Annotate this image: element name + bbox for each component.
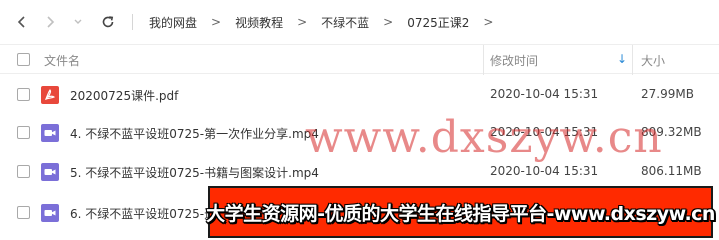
chevron-left-icon	[17, 16, 25, 28]
breadcrumb-separator: >	[383, 15, 394, 29]
video-icon	[41, 204, 59, 222]
breadcrumb-item[interactable]: 视频教程	[231, 12, 287, 33]
breadcrumb-separator: >	[297, 15, 308, 29]
row-checkbox[interactable]	[17, 126, 30, 139]
file-size: 27.99MB	[641, 87, 694, 101]
file-size: 809.32MB	[641, 125, 702, 139]
chevron-right-icon	[47, 16, 55, 28]
breadcrumb-separator: >	[211, 15, 222, 29]
history-dropdown[interactable]	[64, 8, 92, 36]
promo-banner: 大学生资源网-优质的大学生在线指导平台-www.dxszyw.cn	[206, 186, 715, 238]
select-all-checkbox[interactable]	[17, 53, 30, 66]
video-icon	[41, 163, 59, 181]
video-icon	[41, 124, 59, 142]
row-checkbox[interactable]	[17, 88, 30, 101]
file-name[interactable]: 6. 不绿不蓝平设班0725-选	[70, 205, 216, 222]
navigation-bar: 我的网盘 > 视频教程 > 不绿不蓝 > 0725正课2 >	[0, 0, 719, 44]
chevron-down-icon	[74, 19, 82, 24]
file-row[interactable]: 20200725课件.pdf 2020-10-04 15:31 27.99MB	[0, 75, 719, 115]
column-header-name[interactable]: 文件名	[44, 52, 80, 69]
breadcrumb-item-current[interactable]: 0725正课2	[403, 12, 473, 33]
column-header-time[interactable]: 修改时间	[490, 52, 538, 69]
sort-desc-icon: ↓	[617, 52, 628, 66]
forward-button[interactable]	[36, 8, 64, 36]
file-modified-time: 2020-10-04 15:31	[490, 125, 599, 139]
back-button[interactable]	[8, 8, 36, 36]
breadcrumb-item[interactable]: 不绿不蓝	[317, 12, 373, 33]
breadcrumb-separator: >	[483, 15, 494, 29]
row-checkbox[interactable]	[17, 206, 30, 219]
file-name[interactable]: 4. 不绿不蓝平设班0725-第一次作业分享.mp4	[70, 125, 319, 142]
nav-divider	[132, 14, 133, 30]
file-modified-time: 2020-10-04 15:31	[490, 87, 599, 101]
breadcrumb-item[interactable]: 我的网盘	[145, 12, 201, 33]
file-name[interactable]: 20200725课件.pdf	[70, 87, 178, 104]
column-divider[interactable]	[483, 45, 484, 75]
breadcrumb: 我的网盘 > 视频教程 > 不绿不蓝 > 0725正课2 >	[145, 12, 503, 33]
file-list-header: 文件名 修改时间 ↓ 大小	[0, 44, 719, 75]
file-row[interactable]: 4. 不绿不蓝平设班0725-第一次作业分享.mp4 2020-10-04 15…	[0, 113, 719, 153]
refresh-icon	[102, 16, 114, 28]
refresh-button[interactable]	[94, 8, 122, 36]
row-checkbox[interactable]	[17, 165, 30, 178]
file-modified-time: 2020-10-04 15:31	[490, 164, 599, 178]
column-divider[interactable]	[632, 45, 633, 75]
file-name[interactable]: 5. 不绿不蓝平设班0725-书籍与图案设计.mp4	[70, 164, 319, 181]
file-size: 806.11MB	[641, 164, 702, 178]
pdf-icon	[41, 86, 59, 104]
promo-banner-text: 大学生资源网-优质的大学生在线指导平台-www.dxszyw.cn	[206, 202, 715, 225]
column-header-size[interactable]: 大小	[641, 52, 665, 69]
